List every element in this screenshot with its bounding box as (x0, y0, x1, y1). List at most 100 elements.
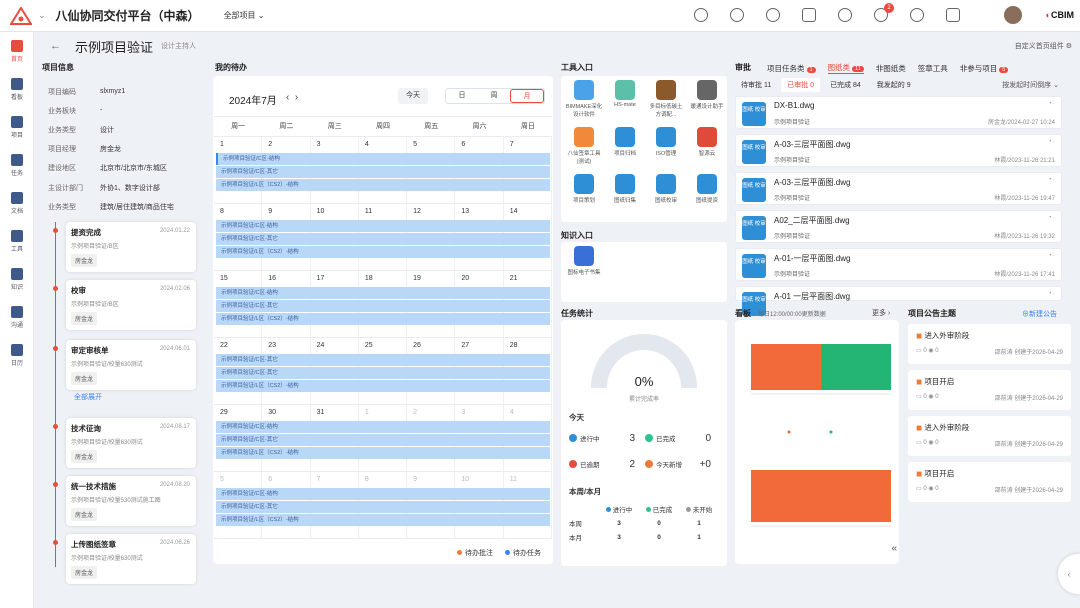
calendar-event[interactable]: 示例项目验证/L区（CS2）-结构 (216, 514, 550, 526)
sort-order-select[interactable]: 按发起时间倒序 ⌄ (1002, 80, 1059, 90)
notice-card[interactable]: ◼ 项目开启 ▭ 0 ◉ 0 邵前涛 创建于2026-04-29 (908, 370, 1071, 410)
calendar-event[interactable]: 示例项目验证/C区-其它 (216, 233, 550, 245)
menu-chevron-icon[interactable]: ⌄ (38, 10, 46, 21)
right-drawer-toggle-icon[interactable]: ‹ (1058, 554, 1080, 594)
calendar-event[interactable]: 示例项目验证/C区-结构 (216, 488, 550, 500)
expand-all-link[interactable]: 全部展开 (74, 392, 102, 402)
calendar-event[interactable]: 示例项目验证/C区-其它 (216, 354, 550, 366)
more-dots-icon[interactable]: • · (1049, 101, 1055, 107)
sidebar-item-4[interactable]: 文档 (0, 184, 34, 222)
timeline-card[interactable]: 统一技术措施 2024.08.20 示例项目验证/校量530测试施工图 房金龙 (66, 476, 196, 526)
today-stat[interactable]: 进行中 3 (569, 428, 639, 448)
sidebar-item-7[interactable]: 沟通 (0, 298, 34, 336)
review-tab-2[interactable]: 非图纸类 (876, 63, 906, 74)
drawing-item[interactable]: 图纸 校审 DX-B1.dwg 示例项目验证 房金龙/2024-02-27 10:24… (735, 96, 1062, 129)
sidebar-item-3[interactable]: 任务 (0, 146, 34, 184)
review-tab-4[interactable]: 非参与项目 5 (960, 63, 1009, 74)
calendar-event[interactable]: 示例项目验证/C区-结构 (216, 153, 550, 165)
back-arrow-icon[interactable]: ← (50, 40, 61, 52)
tool-item[interactable]: 图纸归集 (606, 174, 644, 204)
tool-item[interactable]: HS-mate (606, 80, 644, 108)
view-tab-0[interactable]: 日 (446, 89, 478, 103)
settings-icon[interactable] (910, 8, 924, 22)
help-icon[interactable] (838, 8, 852, 22)
view-tab-2[interactable]: 月 (510, 89, 544, 103)
calendar-event[interactable]: 示例项目验证/C区-其它 (216, 434, 550, 446)
calendar-event[interactable]: 示例项目验证/L区（CS2）-结构 (216, 313, 550, 325)
tool-item[interactable]: 八仙签章工具(测试) (565, 127, 603, 165)
more-dots-icon[interactable]: • · (1049, 177, 1055, 183)
today-stat[interactable]: 今天新增 +0 (645, 454, 715, 474)
tool-item[interactable]: 暖通设计助手 (688, 80, 726, 110)
calendar-event[interactable]: 示例项目验证/C区-其它 (216, 300, 550, 312)
sidebar-item-0[interactable]: 首页 (0, 32, 34, 70)
view-tab-1[interactable]: 周 (478, 89, 510, 103)
more-dots-icon[interactable]: • · (1049, 139, 1055, 145)
timeline-card[interactable]: 校审 2024.02.06 示例项目验证/B区 房金龙 (66, 280, 196, 330)
timeline-card[interactable]: 上传图纸签章 2024.06.26 示例项目验证/校量630测试 房金龙 (66, 534, 196, 584)
timeline-card[interactable]: 提资完成 2024.01.22 示例项目验证/B区 房金龙 (66, 222, 196, 272)
sidebar-item-8[interactable]: 日历 (0, 336, 34, 374)
review-subtab-3[interactable]: 我发起的 9 (871, 78, 917, 92)
more-dots-icon[interactable]: • · (1049, 253, 1055, 259)
calendar-event[interactable]: 示例项目验证/L区（CS2）-结构 (216, 179, 550, 191)
calendar-event[interactable]: 示例项目验证/C区-其它 (216, 501, 550, 513)
today-button[interactable]: 今天 (398, 88, 428, 104)
notice-card[interactable]: ◼ 项目开启 ▭ 0 ◉ 0 邵前涛 创建于2026-04-29 (908, 462, 1071, 502)
graduation-icon[interactable] (802, 8, 816, 22)
calendar-event[interactable]: 示例项目验证/L区（CS2）-结构 (216, 380, 550, 392)
more-dots-icon[interactable]: • · (1049, 215, 1055, 221)
project-select[interactable]: 全部项目 ⌄ (224, 10, 265, 21)
tool-item[interactable]: 多目标低碳土方调配... (647, 80, 685, 118)
notice-card[interactable]: ◼ 进入外审阶段 ▭ 0 ◉ 0 邵前涛 创建于2026-04-29 (908, 416, 1071, 456)
tool-item[interactable]: 智源云 (688, 127, 726, 157)
drawing-item[interactable]: 图纸 校审 A-01-一层平面图.dwg 示例项目验证 林霞/2023-11-26 1… (735, 248, 1062, 281)
notice-card[interactable]: ◼ 进入外审阶段 ▭ 0 ◉ 0 邵前涛 创建于2026-04-29 (908, 324, 1071, 364)
sidebar-item-2[interactable]: 项目 (0, 108, 34, 146)
review-tab-3[interactable]: 签章工具 (918, 63, 948, 74)
bell-icon[interactable]: 2 (874, 3, 894, 22)
collapse-board-icon[interactable]: « (891, 543, 897, 554)
tool-item[interactable]: 项目策划 (565, 174, 603, 204)
calendar-event[interactable]: 示例项目验证/C区-其它 (216, 166, 550, 178)
add-icon[interactable] (766, 8, 780, 22)
cloud-upload-icon[interactable] (694, 8, 708, 22)
tool-item[interactable]: BIMMAKE深化设计软件 (565, 80, 603, 118)
more-dots-icon[interactable]: • · (1049, 291, 1055, 297)
review-subtab-2[interactable]: 已完成 84 (824, 78, 867, 92)
tool-item[interactable]: 图纸提资 (688, 174, 726, 204)
app-logo[interactable] (8, 6, 34, 26)
calendar-event[interactable]: 示例项目验证/C区-结构 (216, 287, 550, 299)
today-stat[interactable]: 已逾期 2 (569, 454, 639, 474)
calendar-event[interactable]: 示例项目验证/C区-其它 (216, 367, 550, 379)
drawing-item[interactable]: 图纸 校审 A-03-三层平面图.dwg 示例项目验证 林霞/2023-11-26 2… (735, 134, 1062, 167)
tool-item[interactable]: ISO管理 (647, 127, 685, 157)
next-month-icon[interactable]: › (295, 92, 298, 103)
review-subtab-0[interactable]: 待审批 11 (735, 78, 777, 92)
sidebar-item-1[interactable]: 看板 (0, 70, 34, 108)
sidebar-item-6[interactable]: 知识 (0, 260, 34, 298)
calendar-event[interactable]: 示例项目验证/L区（CS2）-结构 (216, 447, 550, 459)
tool-item[interactable]: 图纸校审 (647, 174, 685, 204)
drawing-item[interactable]: 图纸 校审 A02_二层平面图.dwg 示例项目验证 林霞/2023-11-26 19… (735, 210, 1062, 243)
tool-item[interactable]: 项目归档 (606, 127, 644, 157)
screen-icon[interactable] (946, 8, 960, 22)
drawing-item[interactable]: 图纸 校审 A-03-三层平面图.dwg 示例项目验证 林霞/2023-11-26 1… (735, 172, 1062, 205)
new-notice-button[interactable]: ⊕新建公告 (1022, 309, 1057, 319)
sidebar-item-5[interactable]: 工具 (0, 222, 34, 260)
calendar-event[interactable]: 示例项目验证/C区-结构 (216, 220, 550, 232)
timeline-card[interactable]: 技术征询 2024.08.17 示例项目验证/校量630测试 房金龙 (66, 418, 196, 468)
search-icon[interactable] (730, 8, 744, 22)
board-more-link[interactable]: 更多 › (872, 308, 890, 318)
today-stat[interactable]: 已完成 0 (645, 428, 715, 448)
review-subtab-1[interactable]: 已审批 0 (781, 78, 821, 92)
knowledge-item[interactable]: 图标电子书集 (565, 246, 603, 276)
timeline-card[interactable]: 审定审核单 2024.06.01 示例项目验证/校量630测试 房金龙 (66, 340, 196, 390)
calendar-event[interactable]: 示例项目验证/C区-结构 (216, 421, 550, 433)
prev-month-icon[interactable]: ‹ (286, 92, 289, 103)
customize-home-link[interactable]: 自定义首页组件 ⚙ (1015, 41, 1072, 51)
avatar[interactable] (1004, 6, 1022, 24)
calendar-event[interactable]: 示例项目验证/L区（CS2）-结构 (216, 246, 550, 258)
review-tab-1[interactable]: 图纸类 11 (827, 62, 864, 74)
drawing-item[interactable]: 图纸 校审 A-01 一层平面图.dwg • · (735, 286, 1062, 316)
